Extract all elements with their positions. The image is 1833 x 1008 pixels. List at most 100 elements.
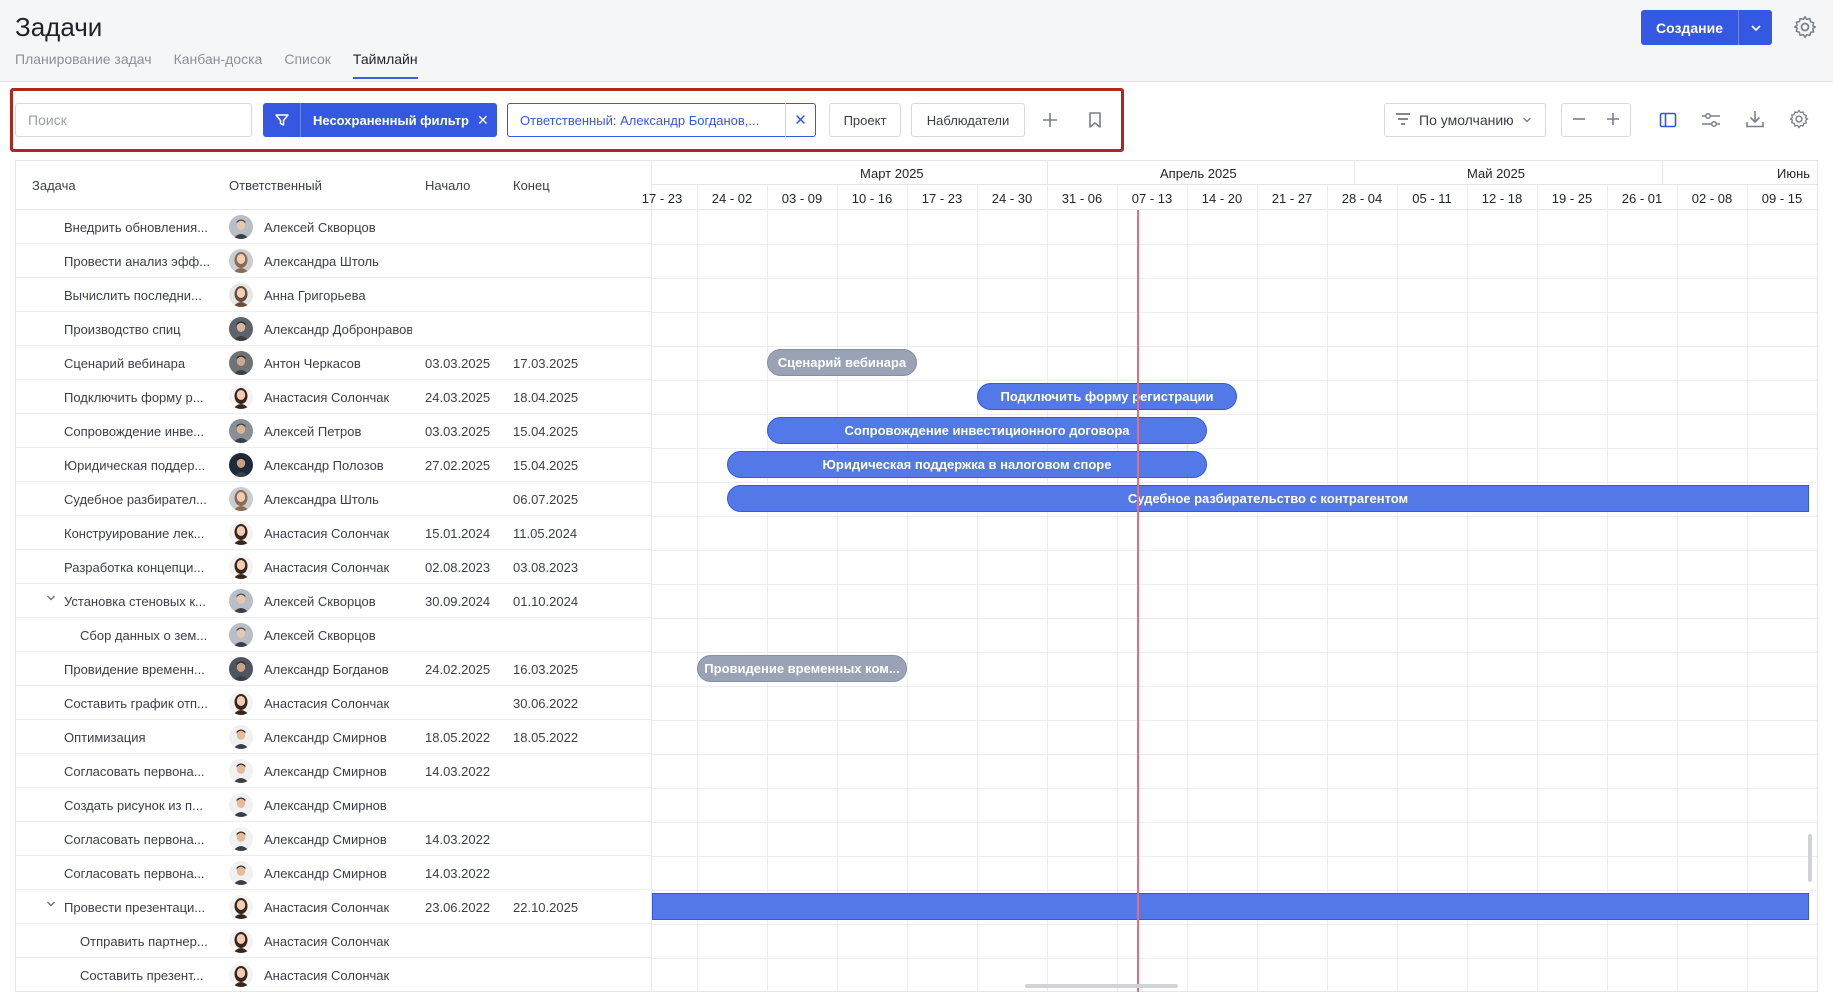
task-name[interactable]: Создать рисунок из п... xyxy=(64,798,214,813)
task-name[interactable]: Судебное разбирател... xyxy=(64,492,214,507)
task-name[interactable]: Сбор данных о зем... xyxy=(80,628,214,643)
task-name[interactable]: Согласовать первона... xyxy=(64,764,214,779)
column-header-end[interactable]: Конец xyxy=(513,178,550,193)
table-row[interactable]: Согласовать первона... Александр Смирнов… xyxy=(16,822,651,856)
assignee-name: Алексей Петров xyxy=(264,424,362,439)
expand-chevron-down-icon[interactable] xyxy=(46,899,56,912)
task-name[interactable]: Провидение временн... xyxy=(64,662,214,677)
vertical-scrollbar[interactable] xyxy=(1808,834,1812,882)
table-row[interactable]: Юридическая поддер... Александр Полозов 2… xyxy=(16,448,651,482)
settings-gear-icon[interactable] xyxy=(1792,14,1818,40)
table-row[interactable]: Провидение временн... Александр Богданов… xyxy=(16,652,651,686)
week-gridline xyxy=(1257,185,1258,991)
week-label: 10 - 16 xyxy=(851,191,893,206)
task-name[interactable]: Установка стеновых к... xyxy=(64,594,214,609)
task-name[interactable]: Оптимизация xyxy=(64,730,214,745)
table-row[interactable]: Сбор данных о зем... Алексей Скворцов xyxy=(16,618,651,652)
task-bar[interactable]: Сценарий вебинара xyxy=(767,349,917,376)
table-row[interactable]: Судебное разбирател... Александра Штоль 0… xyxy=(16,482,651,516)
table-row[interactable]: Установка стеновых к... Алексей Скворцов… xyxy=(16,584,651,618)
project-filter-button[interactable]: Проект xyxy=(829,103,901,137)
add-filter-plus-icon[interactable] xyxy=(1038,108,1062,132)
tab-timeline[interactable]: Таймлайн xyxy=(352,51,418,79)
zoom-out-minus-icon[interactable] xyxy=(1572,109,1586,132)
task-bar[interactable]: Юридическая поддержка в налоговом споре xyxy=(727,451,1207,478)
assignee-name: Анастасия Солончак xyxy=(264,526,390,541)
table-row[interactable]: Производство спиц Александр Добронравов xyxy=(16,312,651,346)
task-name[interactable]: Отправить партнер... xyxy=(80,934,214,949)
watchers-filter-button[interactable]: Наблюдатели xyxy=(911,103,1025,137)
end-date: 22.10.2025 xyxy=(513,900,579,915)
week-label: 09 - 15 xyxy=(1761,191,1803,206)
task-name[interactable]: Юридическая поддер... xyxy=(64,458,214,473)
table-row[interactable]: Сценарий вебинара Антон Черкасов 03.03.20… xyxy=(16,346,651,380)
search-input[interactable] xyxy=(15,103,252,137)
sort-lines-icon xyxy=(1395,112,1411,129)
tab-kanban[interactable]: Канбан-доска xyxy=(174,51,263,79)
remove-chip-close-icon[interactable]: ✕ xyxy=(785,103,815,137)
task-bar[interactable]: Сопровождение инвестиционного договора xyxy=(767,417,1207,444)
task-name[interactable]: Согласовать первона... xyxy=(64,866,214,881)
assignee-name: Александр Богданов xyxy=(264,662,389,677)
column-header-task[interactable]: Задача xyxy=(32,178,76,193)
table-row[interactable]: Сопровождение инве... Алексей Петров 03.0… xyxy=(16,414,651,448)
task-bar[interactable]: Судебное разбирательство с контрагентом xyxy=(727,485,1809,512)
column-header-start[interactable]: Начало xyxy=(425,178,470,193)
sort-select[interactable]: По умолчанию xyxy=(1384,103,1546,137)
task-name[interactable]: Составить презент... xyxy=(80,968,214,983)
zoom-in-plus-icon[interactable] xyxy=(1606,109,1620,132)
view-tabs: Планирование задач Канбан-доска Список Т… xyxy=(15,51,418,79)
table-row[interactable]: Провести анализ эфф... Александра Штоль xyxy=(16,244,651,278)
start-date: 03.03.2025 xyxy=(425,424,491,439)
month-label: Май 2025 xyxy=(1467,166,1525,181)
table-row[interactable]: Вычислить последни... Анна Григорьева xyxy=(16,278,651,312)
task-name[interactable]: Подключить форму р... xyxy=(64,390,214,405)
panel-layout-icon[interactable] xyxy=(1656,108,1680,132)
task-name[interactable]: Провести презентаци... xyxy=(64,900,214,915)
table-row[interactable]: Согласовать первона... Александр Смирнов… xyxy=(16,856,651,890)
table-row[interactable]: Составить график отп... Анастасия Солонч… xyxy=(16,686,651,720)
table-row[interactable]: Подключить форму р... Анастасия Солончак… xyxy=(16,380,651,414)
table-row[interactable]: Создать рисунок из п... Александр Смирно… xyxy=(16,788,651,822)
start-date: 23.06.2022 xyxy=(425,900,491,915)
clear-filter-close-icon[interactable]: ✕ xyxy=(477,112,489,129)
table-row[interactable]: Провести презентаци... Анастасия Солонча… xyxy=(16,890,651,924)
task-name[interactable]: Составить график отп... xyxy=(64,696,214,711)
expand-chevron-down-icon[interactable] xyxy=(46,593,56,606)
table-row[interactable]: Конструирование лек... Анастасия Солонча… xyxy=(16,516,651,550)
task-bar[interactable]: Подключить форму регистрации xyxy=(977,383,1237,410)
download-icon[interactable] xyxy=(1743,107,1767,131)
row-gridline xyxy=(652,516,1817,517)
create-dropdown-chevron-icon[interactable] xyxy=(1739,22,1772,34)
table-row[interactable]: Составить презент... Анастасия Солончак xyxy=(16,958,651,991)
task-name[interactable]: Внедрить обновления... xyxy=(64,220,214,235)
tab-list[interactable]: Список xyxy=(284,51,331,79)
table-row[interactable]: Согласовать первона... Александр Смирнов… xyxy=(16,754,651,788)
end-date: 17.03.2025 xyxy=(513,356,579,371)
task-name[interactable]: Сценарий вебинара xyxy=(64,356,214,371)
task-name[interactable]: Сопровождение инве... xyxy=(64,424,214,439)
table-row[interactable]: Отправить партнер... Анастасия Солончак xyxy=(16,924,651,958)
table-row[interactable]: Внедрить обновления... Алексей Скворцов xyxy=(16,210,651,244)
timeline-settings-gear-icon[interactable] xyxy=(1787,107,1811,131)
table-row[interactable]: Разработка концепци... Анастасия Солонча… xyxy=(16,550,651,584)
task-name[interactable]: Разработка концепци... xyxy=(64,560,214,575)
task-name[interactable]: Вычислить последни... xyxy=(64,288,214,303)
create-button[interactable]: Создание xyxy=(1641,10,1772,45)
table-row[interactable]: Оптимизация Александр Смирнов 18.05.2022 1… xyxy=(16,720,651,754)
task-name[interactable]: Конструирование лек... xyxy=(64,526,214,541)
task-name[interactable]: Провести анализ эфф... xyxy=(64,254,214,269)
week-label: 21 - 27 xyxy=(1271,191,1313,206)
adjust-sliders-icon[interactable] xyxy=(1699,108,1723,132)
task-name[interactable]: Производство спиц xyxy=(64,322,214,337)
bookmark-icon[interactable] xyxy=(1083,108,1107,132)
week-gridline xyxy=(1327,185,1328,991)
tab-planning[interactable]: Планирование задач xyxy=(15,51,152,79)
horizontal-scrollbar[interactable] xyxy=(1025,984,1178,988)
assignee-filter-chip[interactable]: Ответственный: Александр Богданов,... ✕ xyxy=(507,103,816,137)
unsaved-filter-button[interactable]: Несохраненный фильтр ✕ xyxy=(263,103,497,137)
task-name[interactable]: Согласовать первона... xyxy=(64,832,214,847)
task-bar[interactable] xyxy=(652,893,1809,920)
column-header-assignee[interactable]: Ответственный xyxy=(229,178,322,193)
task-bar[interactable]: Провидение временных ком... xyxy=(697,655,907,682)
